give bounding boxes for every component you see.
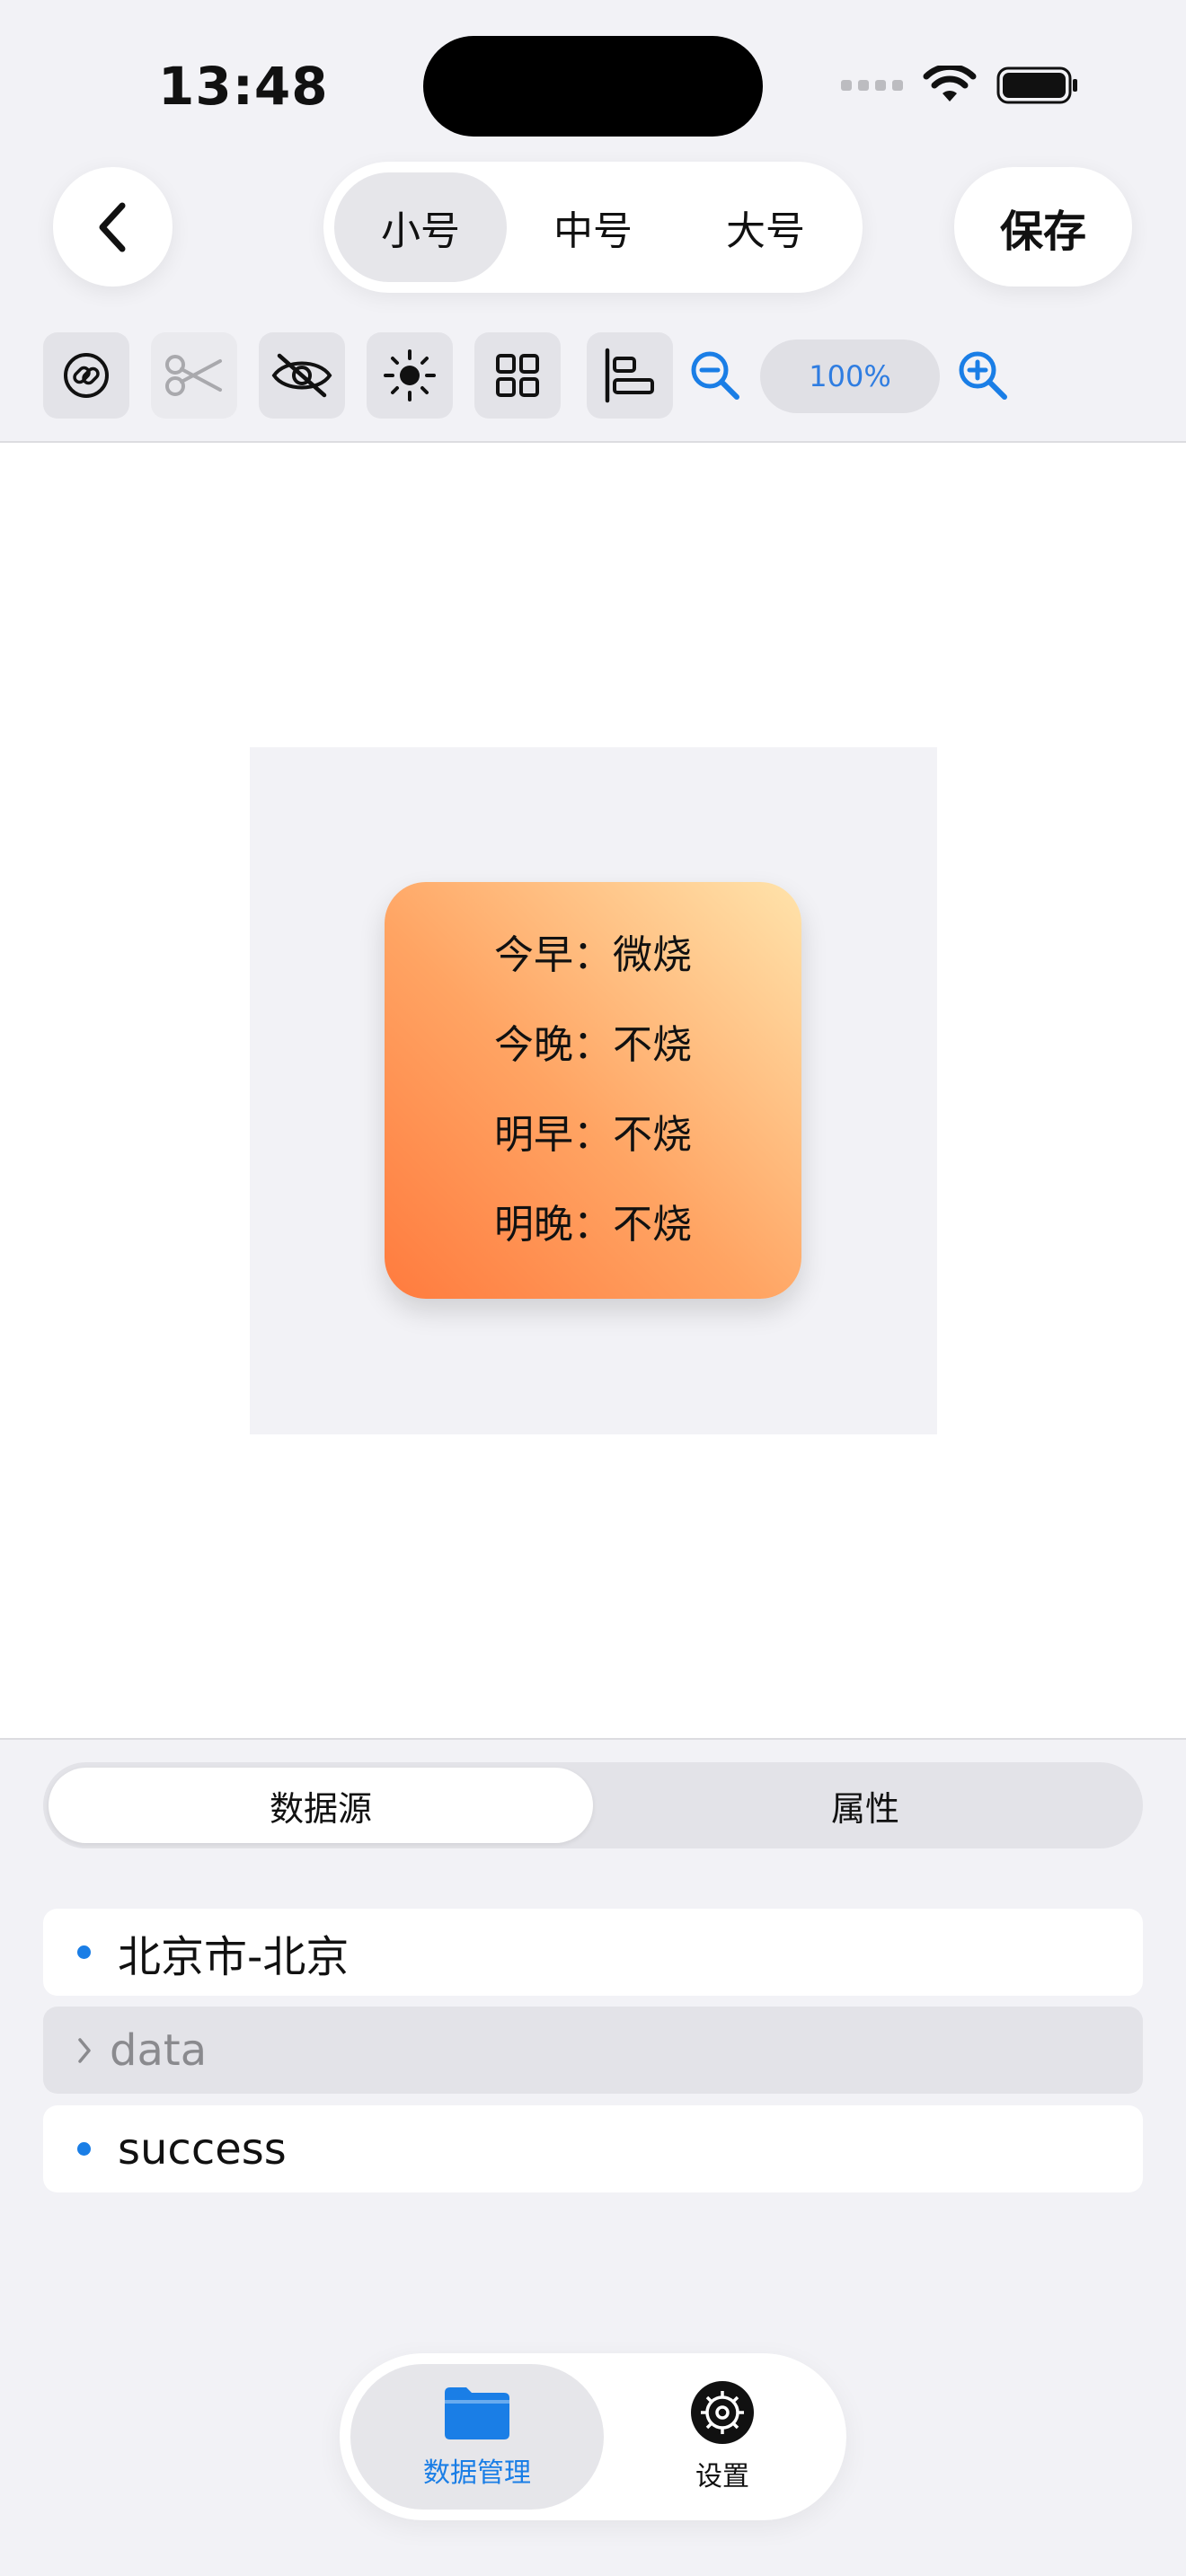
row-label: 北京市-北京 <box>118 1931 350 1982</box>
tab-data-source[interactable]: 数据源 <box>49 1768 593 1843</box>
size-option-medium[interactable]: 中号 <box>507 172 679 282</box>
grid-tool-button[interactable] <box>474 332 561 419</box>
chevron-right-icon <box>75 2036 93 2065</box>
link-icon <box>64 353 109 398</box>
widget-line: 今早：微烧 <box>494 932 692 978</box>
visibility-tool-button[interactable] <box>259 332 345 419</box>
tab-label: 设置 <box>695 2461 749 2492</box>
widget-size-selector: 小号 中号 大号 <box>323 162 863 293</box>
tab-data-management[interactable]: 数据管理 <box>350 2364 604 2510</box>
widget-preview[interactable]: 今早：微烧 今晚：不烧 明早：不烧 明晚：不烧 <box>385 882 801 1299</box>
status-indicators <box>841 63 1079 108</box>
back-button[interactable] <box>53 167 173 287</box>
cut-tool-button[interactable] <box>151 332 237 419</box>
grid-icon <box>496 354 539 397</box>
status-time: 13:48 <box>158 56 329 117</box>
widget-line: 明晚：不烧 <box>494 1202 692 1248</box>
save-button[interactable]: 保存 <box>954 167 1132 287</box>
bullet-icon <box>77 2142 91 2156</box>
widget-line: 今晚：不烧 <box>494 1022 692 1068</box>
data-tree-row[interactable]: success <box>43 2105 1143 2192</box>
widget-preview-area: 今早：微烧 今晚：不烧 明早：不烧 明晚：不烧 <box>250 747 937 1434</box>
sun-icon <box>384 349 436 401</box>
tab-settings[interactable]: 设置 <box>609 2364 836 2510</box>
size-option-small[interactable]: 小号 <box>334 172 507 282</box>
chevron-left-icon <box>99 202 125 251</box>
wifi-icon <box>923 66 977 101</box>
row-label: data <box>110 2025 208 2076</box>
align-tool-button[interactable] <box>587 332 673 419</box>
battery-icon <box>996 66 1077 104</box>
data-tree-row[interactable]: 北京市-北京 <box>43 1909 1143 1996</box>
tab-label: 数据管理 <box>423 2457 531 2489</box>
row-label: success <box>118 2123 287 2175</box>
panel-tab-selector: 数据源 属性 <box>43 1762 1143 1848</box>
zoom-in-icon[interactable] <box>956 348 1010 402</box>
editor-canvas: 今早：微烧 今晚：不烧 明早：不烧 明晚：不烧 <box>0 443 1186 1738</box>
zoom-out-icon[interactable] <box>688 348 742 402</box>
data-tree-group[interactable]: data <box>43 2007 1143 2094</box>
canvas-divider <box>0 1738 1186 1740</box>
link-tool-button[interactable] <box>43 332 129 419</box>
tab-properties[interactable]: 属性 <box>593 1768 1137 1843</box>
size-option-large[interactable]: 大号 <box>679 172 852 282</box>
scissors-icon <box>165 355 222 396</box>
gear-icon <box>691 2381 754 2444</box>
folder-icon <box>445 2387 509 2439</box>
zoom-level[interactable]: 100% <box>760 340 940 413</box>
eye-slash-icon <box>271 353 332 398</box>
dynamic-island <box>423 36 763 137</box>
cellular-icon <box>841 80 903 91</box>
appearance-tool-button[interactable] <box>367 332 453 419</box>
editor-toolbar: 100% <box>0 332 1186 422</box>
tab-bar: 数据管理 设置 <box>340 2353 846 2520</box>
align-left-icon <box>605 348 654 403</box>
widget-line: 明早：不烧 <box>494 1112 692 1158</box>
bullet-icon <box>77 1945 91 1959</box>
